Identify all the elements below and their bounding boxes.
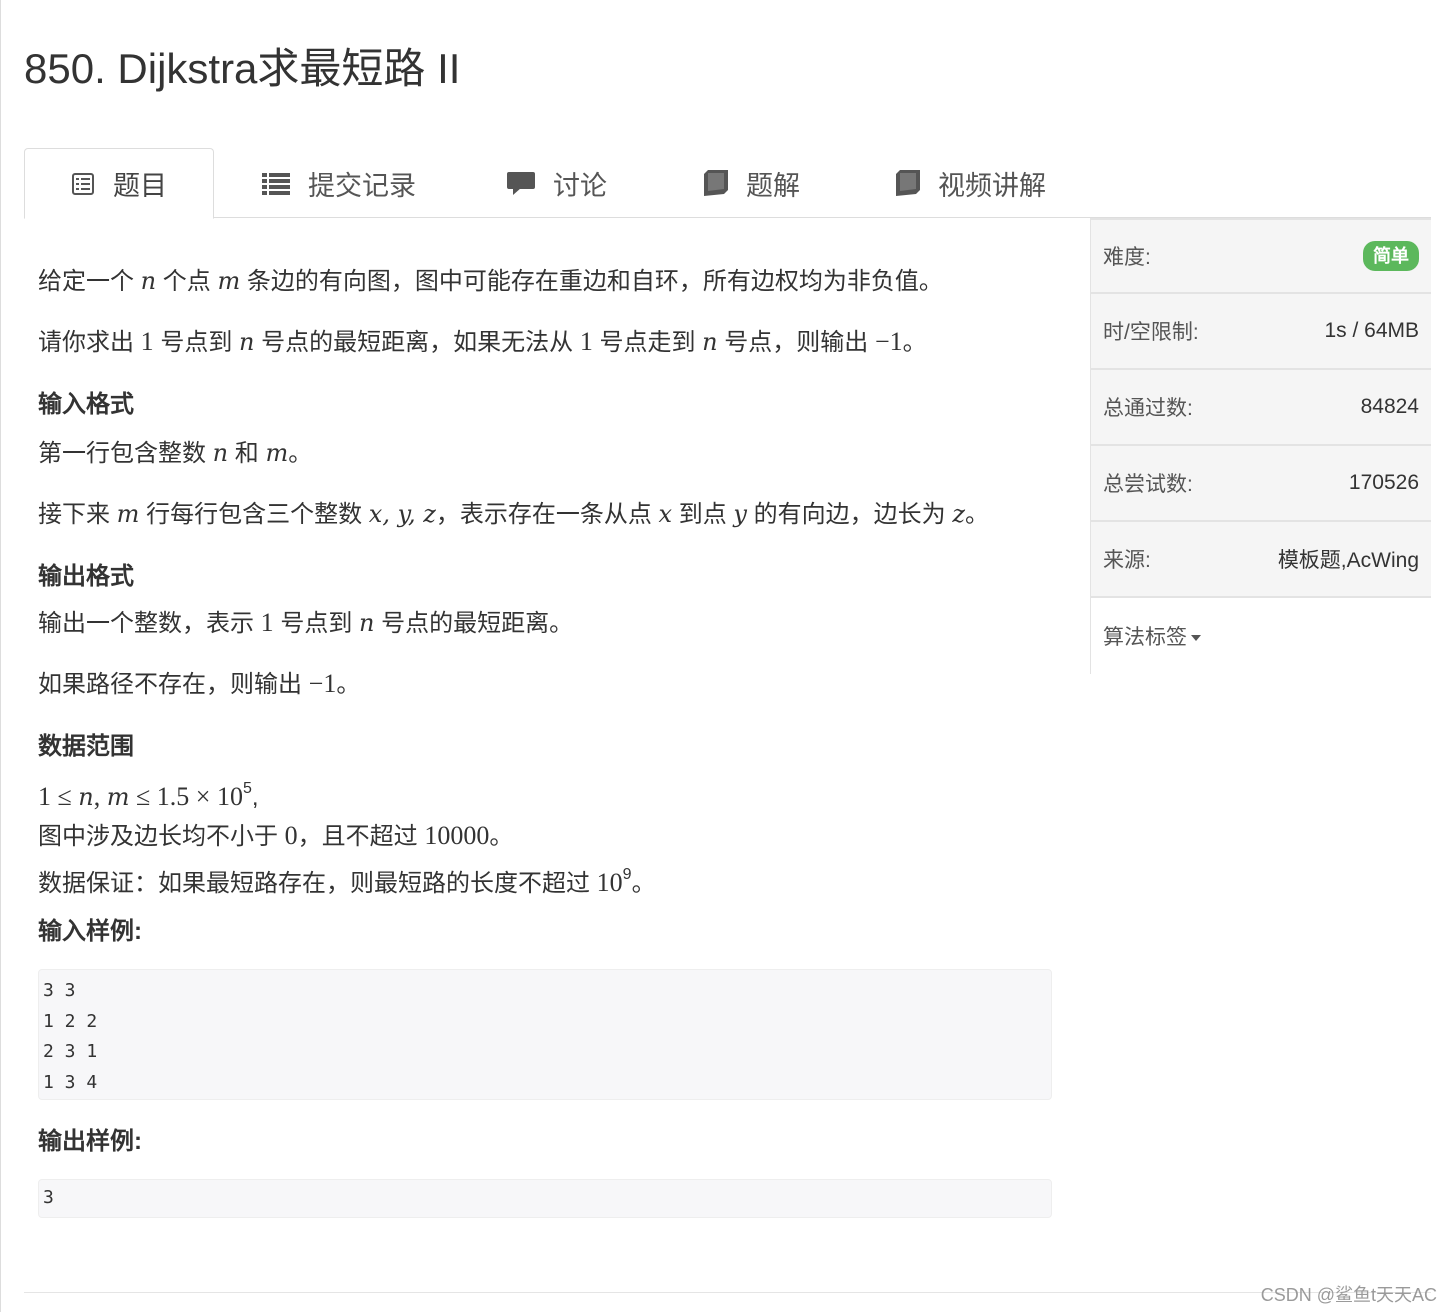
limit-row: 时/空限制: 1s / 64MB (1090, 294, 1431, 370)
passed-value: 84824 (1360, 395, 1419, 418)
sample-output-block: 3 (38, 1179, 1052, 1218)
passed-label: 总通过数: (1103, 397, 1193, 420)
difficulty-row: 难度: 简单 (1090, 218, 1431, 294)
source-label: 来源: (1103, 549, 1151, 572)
output-format-heading: 输出格式 (38, 563, 134, 590)
sample-output-heading: 输出样例: (38, 1128, 142, 1155)
problem-info-sidebar: 难度: 简单 时/空限制: 1s / 64MB 总通过数: 84824 总尝试数… (1090, 218, 1431, 674)
range-line-3: 数据保证：如果最短路存在，则最短路的长度不超过 109。 (38, 866, 656, 897)
problem-description: 给定一个 n 个点 m 条边的有向图，图中可能存在重边和自环，所有边权均为非负值… (38, 250, 1058, 1155)
sample-input-heading: 输入样例: (38, 918, 142, 945)
limit-value: 1s / 64MB (1324, 319, 1419, 342)
comment-icon (507, 170, 535, 196)
tab-discussion[interactable]: 讨论 (507, 148, 607, 218)
list-icon (262, 171, 290, 195)
output-line-2: 如果路径不存在，则输出 −1。 (38, 669, 361, 698)
tab-solutions[interactable]: 题解 (704, 148, 800, 218)
sample-input-block: 3 3 1 2 2 2 3 1 1 3 4 (38, 969, 1052, 1100)
passed-row: 总通过数: 84824 (1090, 370, 1431, 446)
sample-output-line: 3 (43, 1187, 54, 1208)
desc-line-1: 给定一个 n 个点 m 条边的有向图，图中可能存在重边和自环，所有边权均为非负值… (38, 267, 943, 295)
sample-input-line: 1 2 2 (43, 1010, 98, 1032)
sample-input-line: 3 3 (43, 980, 76, 1001)
tab-label: 讨论 (553, 170, 607, 201)
left-border (0, 0, 1, 1312)
list-alt-icon (71, 172, 95, 196)
range-line-2: 图中涉及边长均不小于 0，且不超过 10000。 (38, 821, 514, 850)
tab-label: 题目 (113, 171, 167, 201)
book-icon (704, 170, 728, 196)
algorithm-tags-toggle[interactable]: 算法标签 (1090, 598, 1431, 674)
source-value: 模板题,AcWing (1277, 549, 1419, 572)
difficulty-badge: 简单 (1363, 241, 1419, 271)
tab-submissions[interactable]: 提交记录 (262, 148, 416, 218)
sample-input-line: 2 3 1 (43, 1041, 98, 1062)
book-icon (896, 170, 920, 196)
desc-line-2: 请你求出 1 号点到 n 号点的最短距离，如果无法从 1 号点走到 n 号点，则… (38, 327, 927, 356)
tab-problem[interactable]: 题目 (24, 148, 214, 219)
limit-label: 时/空限制: (1103, 321, 1199, 344)
page-title: 850. Dijkstra求最短路 II (24, 45, 461, 92)
attempts-value: 170526 (1348, 471, 1419, 494)
data-range-heading: 数据范围 (38, 733, 134, 760)
watermark: CSDN @鲨鱼t天天AC (1260, 1285, 1437, 1305)
source-row: 来源: 模板题,AcWing (1090, 522, 1431, 598)
input-line-2: 接下来 m 行每行包含三个整数 x, y, z，表示存在一条从点 x 到点 y … (38, 500, 989, 528)
tab-label: 题解 (746, 170, 800, 201)
problem-tabs: 题目 提交记录 讨论 题解 视频讲解 (24, 148, 1431, 219)
range-line-1: 1 ≤ n, m ≤ 1.5 × 105, (38, 780, 259, 811)
input-format-heading: 输入格式 (38, 391, 134, 418)
output-line-1: 输出一个整数，表示 1 号点到 n 号点的最短距离。 (38, 608, 574, 637)
sample-input-line: 1 3 4 (43, 1071, 98, 1093)
difficulty-label: 难度: (1103, 246, 1151, 269)
algorithm-tags-label: 算法标签 (1103, 626, 1187, 649)
tab-label: 提交记录 (308, 170, 416, 201)
attempts-label: 总尝试数: (1103, 473, 1193, 496)
attempts-row: 总尝试数: 170526 (1090, 446, 1431, 522)
caret-down-icon (1191, 634, 1201, 641)
input-line-1: 第一行包含整数 n 和 m。 (38, 439, 313, 467)
tab-label: 视频讲解 (938, 170, 1046, 201)
tab-video-solutions[interactable]: 视频讲解 (896, 148, 1046, 218)
bottom-divider (24, 1292, 1431, 1293)
